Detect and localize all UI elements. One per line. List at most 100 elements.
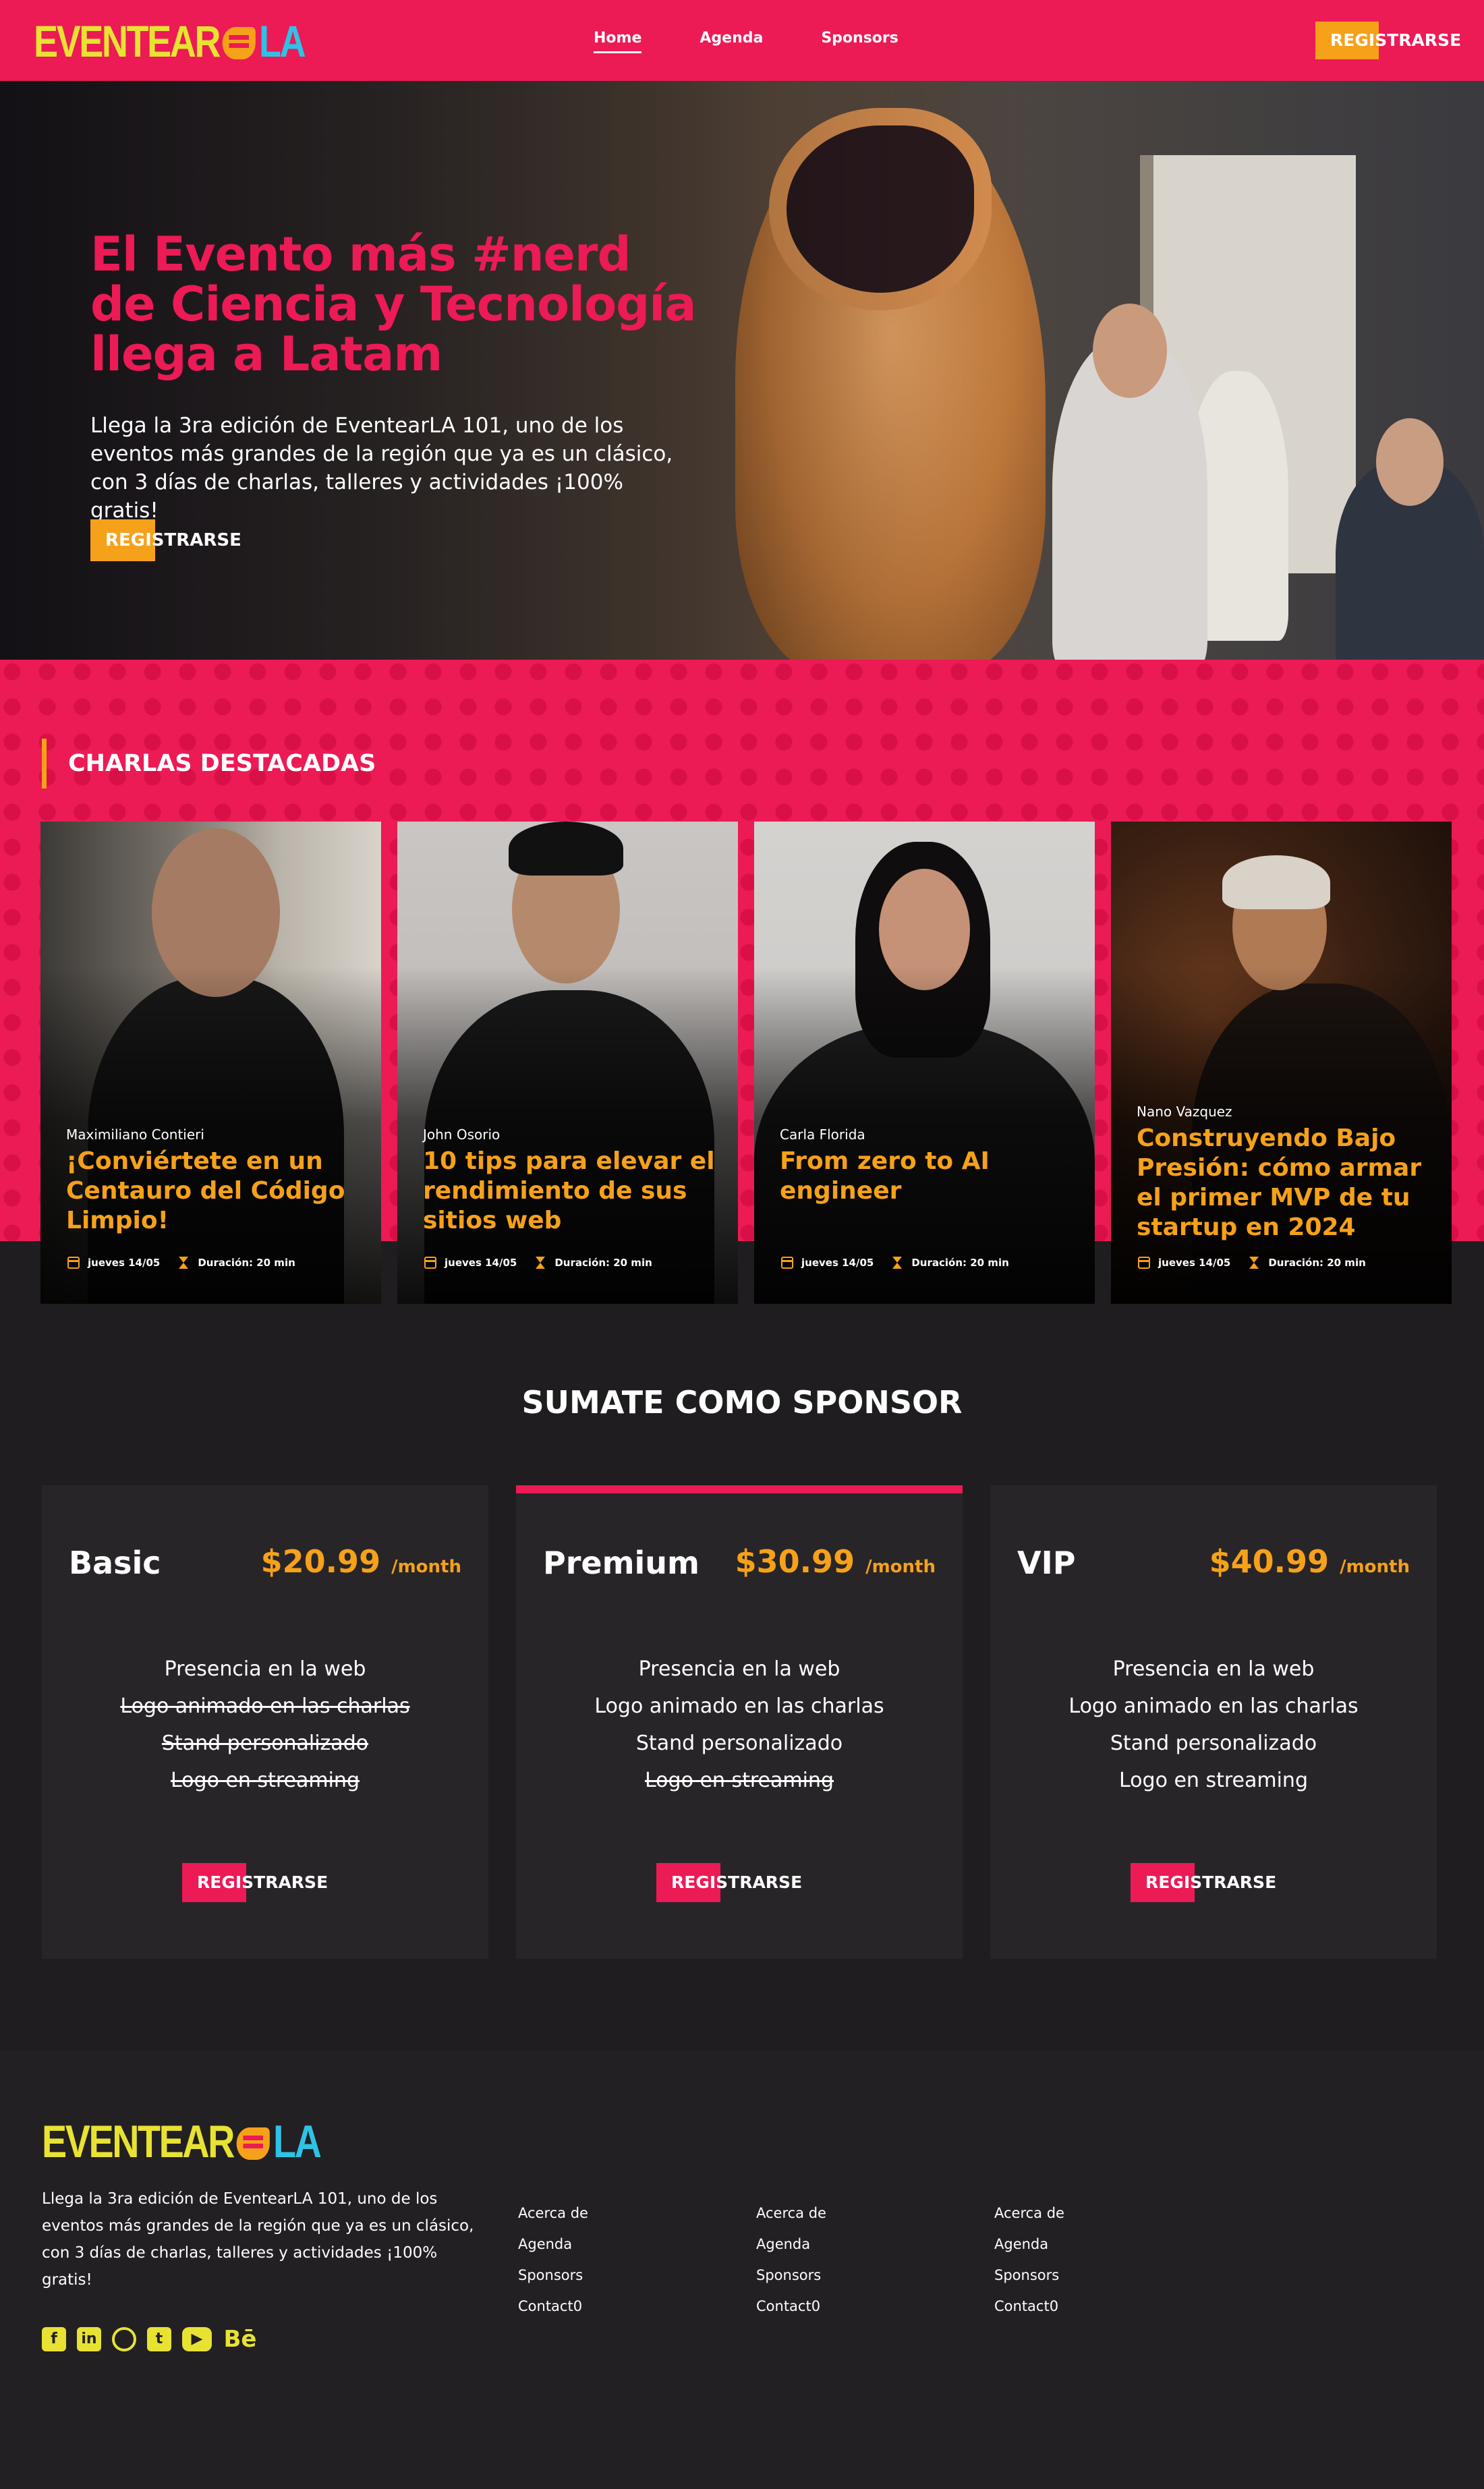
- talk-card[interactable]: Carla Florida From zero to AI engineer j…: [754, 822, 1095, 1304]
- plan-feature-excluded: Stand personalizado: [161, 1732, 369, 1755]
- calendar-icon: [781, 1257, 793, 1269]
- hourglass-icon: [1248, 1257, 1260, 1269]
- hero-section: El Evento más #nerd de Ciencia y Tecnolo…: [0, 81, 1484, 660]
- plan-feature: Logo animado en las charlas: [1068, 1694, 1359, 1718]
- hero-description: Llega la 3ra edición de EventearLA 101, …: [90, 413, 673, 523]
- talk-meta: jueves 14/05 Duración: 20 min: [1138, 1257, 1366, 1269]
- plan-feature: Stand personalizado: [635, 1732, 843, 1755]
- footer-link-sponsors[interactable]: Sponsors: [518, 2260, 588, 2291]
- behance-icon[interactable]: Bē: [223, 2327, 258, 2351]
- calendar-icon: [67, 1257, 80, 1269]
- plan-name: Basic: [69, 1545, 161, 1581]
- talk-speaker: Nano Vazquez: [1137, 1104, 1232, 1120]
- plan-card-vip: VIP $40.99 /month Presencia en la web Lo…: [990, 1485, 1437, 1959]
- footer-link-about[interactable]: Acerca de: [994, 2198, 1064, 2229]
- talk-speaker: Carla Florida: [780, 1126, 865, 1143]
- plan-register-button[interactable]: REGISTRARSE: [182, 1863, 328, 1902]
- hero-title: El Evento más #nerd de Ciencia y Tecnolo…: [90, 227, 697, 382]
- nav-link-sponsors[interactable]: Sponsors: [821, 30, 898, 53]
- footer-link-about[interactable]: Acerca de: [756, 2198, 826, 2229]
- nav-register-button[interactable]: REGISTRARSE: [1315, 22, 1461, 59]
- linkedin-icon[interactable]: in: [77, 2327, 101, 2351]
- talk-card[interactable]: Maximiliano Contieri ¡Conviértete en un …: [40, 822, 381, 1304]
- plan-feature: Presencia en la web: [1112, 1657, 1315, 1681]
- instagram-icon[interactable]: [112, 2327, 136, 2351]
- footer-links-column: Acerca de Agenda Sponsors Contact0: [518, 2198, 588, 2322]
- talk-duration: Duración: 20 min: [1268, 1257, 1366, 1269]
- talk-title: Construyendo Bajo Presión: cómo armar el…: [1137, 1124, 1422, 1241]
- plan-features: Presencia en la web Logo animado en las …: [990, 1651, 1437, 1799]
- plan-features: Presencia en la web Logo animado en las …: [516, 1651, 963, 1799]
- footer-link-contact[interactable]: Contact0: [518, 2291, 588, 2322]
- plan-feature: Logo animado en las charlas: [594, 1694, 884, 1718]
- talk-title: ¡Conviértete en un Centauro del Código L…: [66, 1147, 345, 1234]
- charlas-heading: CHARLAS DESTACADAS: [42, 739, 376, 789]
- nav-link-agenda[interactable]: Agenda: [700, 30, 763, 53]
- calendar-icon: [1138, 1257, 1150, 1269]
- talk-card[interactable]: John Osorio 10 tips para elevar el rendi…: [397, 822, 738, 1304]
- talk-duration: Duración: 20 min: [198, 1257, 295, 1269]
- plan-card-basic: Basic $20.99 /month Presencia en la web …: [42, 1485, 488, 1959]
- social-links: f in t ▶ Bē: [42, 2327, 268, 2351]
- hourglass-icon: [891, 1257, 903, 1269]
- plan-feature: Presencia en la web: [164, 1657, 366, 1681]
- talk-cards: Maximiliano Contieri ¡Conviértete en un …: [40, 822, 1452, 1304]
- plan-feature: Stand personalizado: [1110, 1732, 1317, 1755]
- talk-meta: jueves 14/05 Duración: 20 min: [781, 1257, 1009, 1269]
- logo-text-la: LA: [259, 16, 306, 66]
- twitter-icon[interactable]: t: [147, 2327, 171, 2351]
- plan-name: VIP: [1017, 1545, 1076, 1581]
- footer-link-agenda[interactable]: Agenda: [518, 2229, 588, 2260]
- talk-meta: jueves 14/05 Duración: 20 min: [424, 1257, 652, 1269]
- plan-register-button[interactable]: REGISTRARSE: [1131, 1863, 1276, 1902]
- talk-duration: Duración: 20 min: [911, 1257, 1009, 1269]
- top-navbar: EVENTEAR LA Home Agenda Sponsors REGISTRA…: [0, 0, 1484, 81]
- plan-feature-excluded: Logo en streaming: [170, 1769, 360, 1792]
- talk-date: jueves 14/05: [1158, 1257, 1231, 1269]
- footer-link-sponsors[interactable]: Sponsors: [756, 2260, 826, 2291]
- footer-link-contact[interactable]: Contact0: [994, 2291, 1064, 2322]
- nav-link-home[interactable]: Home: [594, 30, 642, 53]
- footer-link-sponsors[interactable]: Sponsors: [994, 2260, 1064, 2291]
- talk-speaker: Maximiliano Contieri: [66, 1126, 204, 1143]
- plan-feature-excluded: Logo animado en las charlas: [120, 1694, 410, 1718]
- logo-text-eventear: EVENTEAR: [34, 16, 221, 66]
- footer-description: Llega la 3ra edición de EventearLA 101, …: [42, 2190, 474, 2289]
- plan-feature-excluded: Logo en streaming: [644, 1769, 834, 1792]
- footer-link-agenda[interactable]: Agenda: [994, 2229, 1064, 2260]
- nav-links: Home Agenda Sponsors: [594, 30, 957, 53]
- plan-register-button[interactable]: REGISTRARSE: [656, 1863, 802, 1902]
- facebook-icon[interactable]: f: [42, 2327, 66, 2351]
- talk-duration: Duración: 20 min: [554, 1257, 652, 1269]
- footer-link-contact[interactable]: Contact0: [756, 2291, 826, 2322]
- logo-bolt-icon: [222, 27, 256, 59]
- youtube-icon[interactable]: ▶: [182, 2327, 212, 2351]
- footer: EVENTEAR LA Llega la 3ra edición de Event…: [0, 2051, 1484, 2489]
- plan-price: $40.99 /month: [1209, 1543, 1410, 1580]
- talk-title: 10 tips para elevar el rendimiento de su…: [423, 1147, 715, 1234]
- plan-feature: Logo en streaming: [1118, 1769, 1308, 1792]
- plan-card-premium: Premium $30.99 /month Presencia en la we…: [516, 1485, 963, 1959]
- footer-logo[interactable]: EVENTEAR LA: [42, 2119, 322, 2165]
- hourglass-icon: [534, 1257, 546, 1269]
- footer-links-column: Acerca de Agenda Sponsors Contact0: [756, 2198, 826, 2322]
- sponsor-heading: SUMATE COMO SPONSOR: [521, 1384, 963, 1421]
- footer-link-agenda[interactable]: Agenda: [756, 2229, 826, 2260]
- talk-meta: jueves 14/05 Duración: 20 min: [67, 1257, 295, 1269]
- plan-price: $30.99 /month: [735, 1543, 936, 1580]
- hourglass-icon: [177, 1257, 190, 1269]
- plan-features: Presencia en la web Logo animado en las …: [42, 1651, 488, 1799]
- talk-speaker: John Osorio: [423, 1126, 501, 1143]
- site-logo[interactable]: EVENTEAR LA: [34, 16, 306, 66]
- talk-date: jueves 14/05: [801, 1257, 874, 1269]
- footer-links-column: Acerca de Agenda Sponsors Contact0: [994, 2198, 1064, 2322]
- talk-card[interactable]: Nano Vazquez Construyendo Bajo Presión: …: [1111, 822, 1452, 1304]
- talk-title: From zero to AI engineer: [780, 1147, 990, 1205]
- talk-date: jueves 14/05: [88, 1257, 161, 1269]
- logo-bolt-icon: [236, 2127, 270, 2160]
- footer-link-about[interactable]: Acerca de: [518, 2198, 588, 2229]
- plan-price: $20.99 /month: [260, 1543, 461, 1580]
- hero-register-button[interactable]: REGISTRARSE: [90, 519, 241, 561]
- plan-feature: Presencia en la web: [638, 1657, 840, 1681]
- plan-name: Premium: [543, 1545, 700, 1581]
